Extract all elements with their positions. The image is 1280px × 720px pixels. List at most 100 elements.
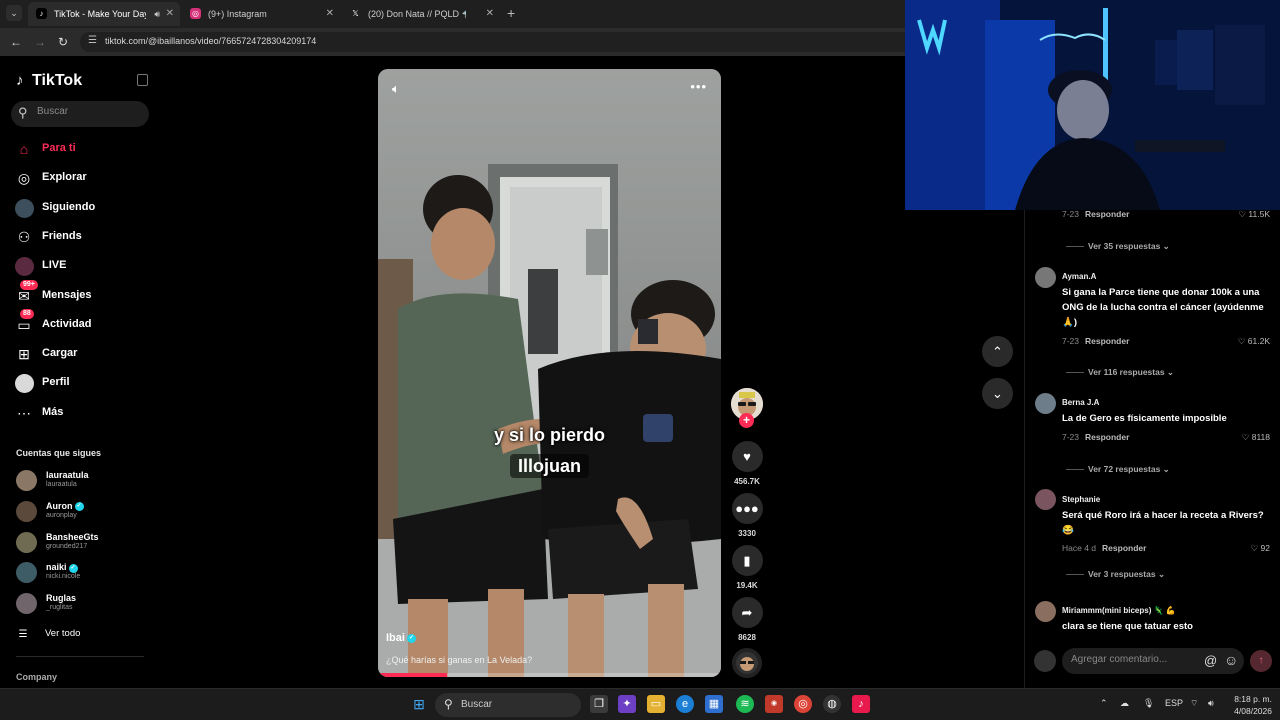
microphone-tray-icon[interactable]: 🎙︎ (1143, 698, 1154, 709)
forward-icon[interactable]: → (34, 34, 46, 50)
sidebar-item-3[interactable]: ⚇ Friends (14, 226, 154, 248)
previous-video-chevron-up-icon[interactable]: ⌃ (982, 336, 1013, 367)
streaming-app-icon[interactable]: ◉ (765, 695, 783, 713)
following-account[interactable]: lauraatula lauraatula (16, 468, 156, 494)
next-video-chevron-down-icon[interactable]: ⌄ (982, 378, 1013, 409)
browser-tab-tiktok[interactable]: ♪ TikTok - Make Your Day 🔊︎ ✕ (28, 2, 180, 26)
notification-badge: 99+ (20, 279, 38, 290)
tiktok-favicon-icon: ♪ (36, 8, 47, 19)
video-progress-bar[interactable] (378, 673, 721, 677)
commenter-name[interactable]: Ayman.A (1062, 272, 1096, 281)
browser-tab-x[interactable]: 𝕏 (20) Don Nata // PQLD 🐀 en X ✕ (342, 2, 500, 26)
commenter-name[interactable]: Miriammm(mini biceps) 🦎 💪 (1062, 606, 1176, 615)
heart-icon[interactable]: ♥ (731, 441, 763, 472)
sidebar-item-7[interactable]: ⊞ Cargar (14, 343, 154, 365)
reply-button[interactable]: Responder (1085, 336, 1129, 346)
following-account[interactable]: naiki ✓ nicki.nicole (16, 560, 156, 586)
show-hidden-icons[interactable]: ⌃ (1100, 698, 1108, 709)
view-replies-button[interactable]: Ver 35 respuestas ⌄ (1066, 241, 1170, 252)
mention-at-icon[interactable]: @ (1204, 653, 1217, 668)
see-all-link[interactable]: ☰ Ver todo (16, 624, 156, 646)
windows-start-icon[interactable]: ⊞ (410, 695, 428, 713)
reply-button[interactable]: Responder (1102, 543, 1146, 553)
following-account[interactable]: Ruglas _ruglitas (16, 591, 156, 617)
post-arrow-icon[interactable]: ↑ (1250, 650, 1272, 672)
collapse-sidebar-icon[interactable] (137, 74, 148, 86)
wifi-tray-icon[interactable]: ⌔ (1190, 698, 1198, 709)
commenter-avatar[interactable] (1035, 267, 1056, 288)
site-info-icon[interactable]: ☰ (88, 35, 97, 46)
taskbar-search[interactable]: ⚲ Buscar (435, 693, 581, 717)
sidebar-item-0[interactable]: ⌂ Para ti (14, 138, 154, 160)
commenter-avatar[interactable] (1035, 393, 1056, 414)
tiktok-logo[interactable]: ♪ TikTok (16, 72, 82, 90)
like-action[interactable]: ♥ 456.7K (731, 441, 763, 486)
commenter-avatar[interactable] (1035, 489, 1056, 510)
sidebar-item-8[interactable]: Perfil (14, 372, 154, 394)
commenter-name[interactable]: Berna J.A (1062, 398, 1099, 407)
view-replies-button[interactable]: Ver 116 respuestas ⌄ (1066, 367, 1174, 378)
share-arrow-icon[interactable]: ➦ (731, 597, 763, 628)
back-icon[interactable]: ← (10, 34, 22, 50)
reply-button[interactable]: Responder (1085, 432, 1129, 442)
reload-icon[interactable]: ↻ (58, 34, 68, 50)
commenter-avatar[interactable] (1035, 601, 1056, 622)
system-clock[interactable]: 8:18 p. m. 4/08/2026 (1226, 693, 1272, 717)
file-explorer-icon[interactable]: ▭ (647, 695, 665, 713)
tab-search-dropdown-icon[interactable]: ⌄ (6, 5, 22, 21)
video-author[interactable]: Ibai ✓ (386, 632, 416, 644)
sidebar-item-1[interactable]: ◎ Explorar (14, 167, 154, 189)
tab-audio-icon[interactable]: 🔊︎ (154, 2, 160, 26)
emoji-icon[interactable]: ☺ (1224, 652, 1238, 668)
edge-icon[interactable]: e (676, 695, 694, 713)
address-bar[interactable]: ☰ tiktok.com/@ibaillanos/video/766572472… (80, 32, 920, 52)
sidebar-item-5[interactable]: ✉ 99+ Mensajes (14, 279, 154, 307)
save-action[interactable]: ▮ 19.4K (731, 545, 763, 590)
tiktok-taskbar-icon[interactable]: ♪ (852, 695, 870, 713)
comment-like[interactable]: ♡ 61.2K (1238, 336, 1270, 347)
share-action[interactable]: ➦ 8628 (731, 597, 763, 642)
comment-action[interactable]: ●●● 3330 (731, 493, 763, 538)
company-link[interactable]: Company (16, 672, 57, 682)
sidebar-item-6[interactable]: ▭ 88 Actividad (14, 308, 154, 336)
sidebar-item-9[interactable]: ⋯ Más (14, 402, 154, 424)
copilot-icon[interactable]: ✦ (618, 695, 636, 713)
commenter-name[interactable]: Stephanie (1062, 495, 1100, 504)
language-indicator[interactable]: ESP (1165, 698, 1183, 708)
video-player[interactable]: 🔈︎ ••• y si lo pierdo Illojuan Ibai ✓ ¿Qu… (378, 69, 721, 677)
video-more-options-icon[interactable]: ••• (690, 79, 707, 94)
task-view-icon[interactable]: ❐ (590, 695, 608, 713)
like-count: 456.7K (734, 477, 760, 486)
network-tray-icon[interactable]: ☁︎ (1120, 698, 1129, 709)
sidebar-item-label: Explorar (42, 171, 87, 184)
browser-tab-instagram[interactable]: ◎ (9+) Instagram ✕ (182, 2, 340, 26)
comment-bubble-icon[interactable]: ●●● (731, 493, 763, 524)
sidebar-item-2[interactable]: Siguiendo (14, 197, 154, 219)
sidebar-search[interactable]: ⚲ (11, 101, 149, 127)
obs-icon[interactable]: ◍ (823, 695, 841, 713)
comment-like[interactable]: ♡ 92 (1251, 543, 1270, 554)
volume-icon[interactable]: 🔈︎ (392, 81, 400, 97)
spotify-icon[interactable]: ≋ (736, 695, 754, 713)
comment-input[interactable] (1071, 654, 1191, 665)
bookmark-icon[interactable]: ▮ (731, 545, 763, 576)
volume-tray-icon[interactable]: 🔊︎ (1208, 698, 1214, 709)
search-input[interactable] (37, 106, 137, 117)
reply-button[interactable]: Responder (1085, 209, 1129, 219)
store-icon[interactable]: ▦ (705, 695, 723, 713)
tab-close-icon[interactable]: ✕ (166, 2, 174, 26)
sidebar-item-4[interactable]: LIVE (14, 255, 154, 277)
view-replies-button[interactable]: Ver 3 respuestas ⌄ (1066, 569, 1165, 580)
sound-disc[interactable] (732, 648, 762, 678)
new-tab-icon[interactable]: + (507, 5, 515, 21)
tab-close-icon[interactable]: ✕ (486, 2, 494, 26)
view-replies-button[interactable]: Ver 72 respuestas ⌄ (1066, 464, 1170, 475)
following-account[interactable]: Auron ✓ auronplay (16, 499, 156, 525)
follow-plus-button[interactable]: + (739, 413, 754, 428)
chrome-icon[interactable]: ◎ (794, 695, 812, 713)
comment-box[interactable]: @ ☺ (1062, 648, 1244, 674)
comment-like[interactable]: ♡ 11.5K (1238, 209, 1270, 220)
following-account[interactable]: BansheeGts grounded217 (16, 530, 156, 556)
comment-like[interactable]: ♡ 8118 (1242, 432, 1270, 443)
tab-close-icon[interactable]: ✕ (326, 2, 334, 26)
